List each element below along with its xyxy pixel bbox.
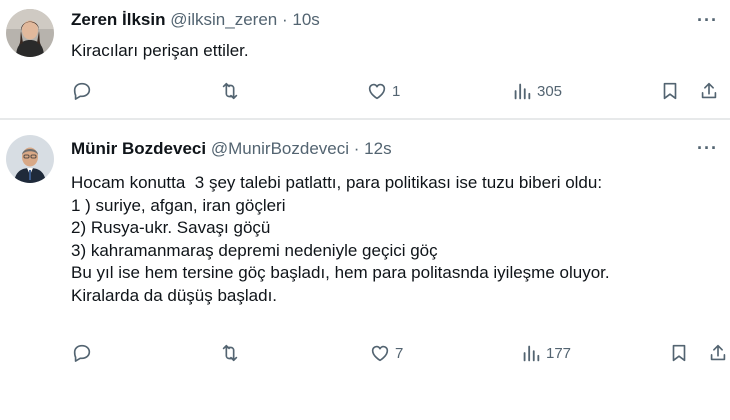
retweet-button[interactable]: [219, 342, 241, 364]
tweet-text: Kiracıları perişan ettiler.: [71, 41, 249, 60]
like-icon: [368, 83, 386, 100]
timestamp[interactable]: 12s: [364, 139, 391, 158]
views-button[interactable]: 177: [520, 342, 571, 364]
avatar[interactable]: [6, 9, 54, 57]
share-button[interactable]: [698, 80, 720, 102]
author-name[interactable]: Zeren İlksin: [71, 10, 165, 29]
retweet-icon: [222, 82, 238, 100]
tweet-text: Hocam konutta 3 şey talebi patlattı, par…: [71, 173, 610, 305]
tweet[interactable]: Zeren İlksin @ilksin_zeren · 10s ··· Kir…: [0, 0, 730, 118]
views-button[interactable]: 305: [511, 80, 562, 102]
tweet-header: Münir Bozdeveci @MunirBozdeveci · 12s: [71, 139, 392, 159]
avatar[interactable]: [6, 135, 54, 183]
share-button[interactable]: [707, 342, 729, 364]
like-icon: [371, 345, 389, 362]
bookmark-button[interactable]: [659, 80, 681, 102]
tweet-header: Zeren İlksin @ilksin_zeren · 10s: [71, 10, 320, 30]
retweet-icon: [222, 344, 238, 362]
views-icon: [523, 345, 540, 362]
reply-icon: [73, 344, 91, 362]
bookmark-icon: [663, 82, 677, 100]
retweet-button[interactable]: [219, 80, 241, 102]
author-name[interactable]: Münir Bozdeveci: [71, 139, 206, 158]
action-bar: 1 305: [71, 80, 721, 104]
author-handle[interactable]: @MunirBozdeveci: [211, 139, 349, 158]
views-count: 177: [546, 344, 572, 362]
separator-dot: ·: [353, 139, 360, 158]
bookmark-button[interactable]: [668, 342, 690, 364]
like-count: 1: [392, 82, 401, 100]
bookmark-icon: [672, 344, 686, 362]
like-button[interactable]: 1: [366, 80, 400, 102]
views-icon: [514, 83, 531, 100]
more-icon[interactable]: ···: [697, 10, 718, 31]
like-button[interactable]: 7: [369, 342, 403, 364]
separator-dot: ·: [281, 10, 288, 29]
reply-button[interactable]: [71, 342, 93, 364]
author-handle[interactable]: @ilksin_zeren: [170, 10, 277, 29]
reply-icon: [73, 82, 91, 100]
action-bar: 7 177: [71, 342, 726, 366]
tweet[interactable]: Münir Bozdeveci @MunirBozdeveci · 12s ··…: [0, 120, 730, 420]
more-icon[interactable]: ···: [697, 138, 718, 159]
like-count: 7: [395, 344, 404, 362]
share-icon: [701, 82, 717, 99]
timestamp[interactable]: 10s: [292, 10, 319, 29]
views-count: 305: [537, 82, 563, 100]
share-icon: [710, 344, 726, 361]
reply-button[interactable]: [71, 80, 93, 102]
